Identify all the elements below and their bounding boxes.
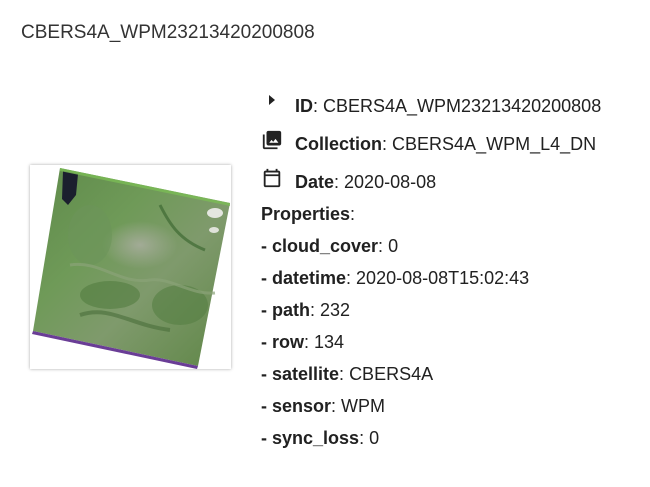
property-row: - path: 232 (261, 300, 351, 320)
property-value: 232 (320, 300, 351, 320)
property-value: 0 (369, 428, 380, 448)
id-row: ID: CBERS4A_WPM23213420200808 (295, 96, 602, 116)
properties-heading: Properties: (261, 204, 356, 224)
calendar-icon (261, 167, 283, 189)
property-value: WPM (341, 396, 386, 416)
property-key: path (272, 300, 310, 320)
collection-row: Collection: CBERS4A_WPM_L4_DN (295, 134, 597, 154)
date-row: Date: 2020-08-08 (295, 172, 437, 192)
collection-label: Collection (295, 134, 383, 154)
collection-value: CBERS4A_WPM_L4_DN (392, 134, 597, 154)
property-row: - sync_loss: 0 (261, 428, 380, 448)
property-key: cloud_cover (272, 236, 379, 256)
property-key: sync_loss (272, 428, 360, 448)
page-title: CBERS4A_WPM23213420200808 (21, 22, 315, 43)
date-label: Date (295, 172, 335, 192)
id-label: ID (295, 96, 313, 116)
scene-thumbnail[interactable] (30, 165, 231, 369)
property-value: CBERS4A (349, 364, 434, 384)
property-row: - cloud_cover: 0 (261, 236, 399, 256)
property-value: 0 (388, 236, 399, 256)
property-value: 2020-08-08T15:02:43 (356, 268, 530, 288)
id-value: CBERS4A_WPM23213420200808 (323, 96, 602, 116)
property-key: row (272, 332, 305, 352)
property-value: 134 (314, 332, 345, 352)
satellite-image (32, 168, 230, 369)
property-key: datetime (272, 268, 347, 288)
property-row: - satellite: CBERS4A (261, 364, 434, 384)
property-key: sensor (272, 396, 332, 416)
property-row: - datetime: 2020-08-08T15:02:43 (261, 268, 530, 288)
caret-right-icon (266, 93, 288, 115)
property-row: - sensor: WPM (261, 396, 386, 416)
property-row: - row: 134 (261, 332, 345, 352)
date-value: 2020-08-08 (344, 172, 437, 192)
property-key: satellite (272, 364, 340, 384)
photo-library-icon (261, 129, 283, 151)
